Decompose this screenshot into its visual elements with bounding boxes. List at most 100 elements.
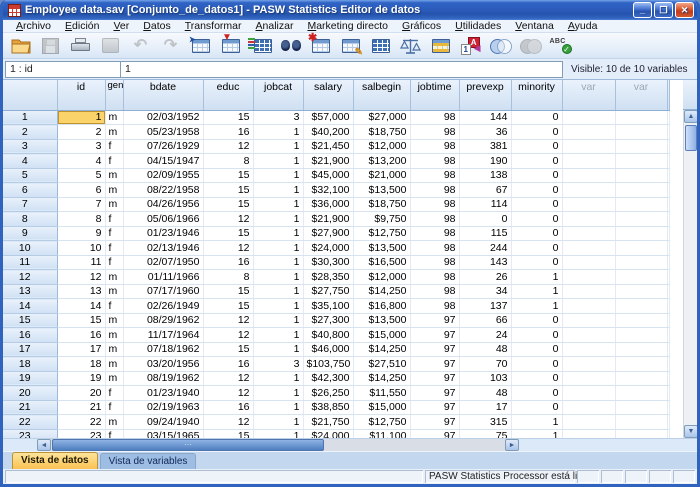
cell[interactable]: 01/23/1940 xyxy=(123,386,203,401)
cell[interactable]: 1 xyxy=(253,212,303,227)
cell[interactable]: 98 xyxy=(410,299,459,314)
menu-edicion[interactable]: Edición xyxy=(58,20,106,32)
column-header-educ[interactable]: educ xyxy=(203,80,253,110)
split-file-button[interactable] xyxy=(369,35,392,56)
column-header-salbegin[interactable]: salbegin xyxy=(353,80,410,110)
cell[interactable]: 97 xyxy=(410,429,459,438)
cell[interactable] xyxy=(615,154,667,169)
cell[interactable]: $36,000 xyxy=(303,197,353,212)
cell[interactable] xyxy=(562,342,615,357)
cell[interactable] xyxy=(562,299,615,314)
cell[interactable]: 1 xyxy=(253,270,303,285)
cell[interactable]: f xyxy=(105,429,123,438)
cell[interactable]: 15 xyxy=(203,284,253,299)
cell[interactable] xyxy=(562,328,615,343)
cell[interactable]: 02/19/1963 xyxy=(123,400,203,415)
row-number[interactable]: 8 xyxy=(3,212,57,227)
row-number[interactable]: 22 xyxy=(3,415,57,430)
cell[interactable]: $13,500 xyxy=(353,241,410,256)
cell[interactable] xyxy=(615,357,667,372)
cell[interactable]: $27,300 xyxy=(303,313,353,328)
cell[interactable] xyxy=(562,241,615,256)
select-cases-button[interactable] xyxy=(429,35,452,56)
cell[interactable]: m xyxy=(105,183,123,198)
horizontal-scrollbar[interactable]: ··· xyxy=(37,439,519,451)
cell[interactable]: $24,000 xyxy=(303,241,353,256)
column-header-minority[interactable]: minority xyxy=(511,80,562,110)
cell[interactable]: 67 xyxy=(459,183,511,198)
cell[interactable]: 13 xyxy=(57,284,105,299)
cell[interactable] xyxy=(615,226,667,241)
cell[interactable]: 07/17/1960 xyxy=(123,284,203,299)
cell[interactable]: $12,750 xyxy=(353,415,410,430)
row-number[interactable]: 15 xyxy=(3,313,57,328)
cell[interactable]: 0 xyxy=(511,154,562,169)
close-button[interactable]: ✕ xyxy=(675,2,694,18)
cell[interactable]: $28,350 xyxy=(303,270,353,285)
cell[interactable]: 15 xyxy=(203,197,253,212)
cell[interactable]: 98 xyxy=(410,212,459,227)
cell[interactable]: 0 xyxy=(511,357,562,372)
cell[interactable]: 97 xyxy=(410,415,459,430)
cell[interactable]: $9,750 xyxy=(353,212,410,227)
cell[interactable]: f xyxy=(105,154,123,169)
cell[interactable] xyxy=(562,386,615,401)
cell[interactable]: $14,250 xyxy=(353,342,410,357)
cell[interactable]: 02/13/1946 xyxy=(123,241,203,256)
cell[interactable]: f xyxy=(105,139,123,154)
cell[interactable]: 1 xyxy=(253,429,303,438)
insert-cases-button[interactable]: ✱ xyxy=(309,35,332,56)
cell[interactable]: 08/19/1962 xyxy=(123,371,203,386)
cell[interactable]: 01/11/1966 xyxy=(123,270,203,285)
cell[interactable]: 98 xyxy=(410,125,459,140)
cell[interactable]: $57,000 xyxy=(303,110,353,125)
cell[interactable]: 17 xyxy=(459,400,511,415)
cell[interactable] xyxy=(562,357,615,372)
cell[interactable]: 98 xyxy=(410,139,459,154)
row-number[interactable]: 20 xyxy=(3,386,57,401)
column-header-var2[interactable]: var xyxy=(615,80,667,110)
goto-variable-button[interactable]: ▼ xyxy=(219,35,242,56)
cell[interactable]: 1 xyxy=(253,313,303,328)
cell[interactable]: 5 xyxy=(57,168,105,183)
cell[interactable]: 9 xyxy=(57,226,105,241)
cell[interactable]: 08/29/1962 xyxy=(123,313,203,328)
cell[interactable]: 48 xyxy=(459,342,511,357)
menu-utilidades[interactable]: Utilidades xyxy=(448,20,508,32)
cell[interactable]: 19 xyxy=(57,371,105,386)
cell[interactable]: 1 xyxy=(253,328,303,343)
row-number[interactable]: 19 xyxy=(3,371,57,386)
cell[interactable]: 12 xyxy=(203,212,253,227)
row-number[interactable]: 1 xyxy=(3,110,57,125)
cell[interactable]: 0 xyxy=(511,110,562,125)
corner-cell[interactable] xyxy=(3,80,57,110)
cell[interactable]: 8 xyxy=(57,212,105,227)
cell[interactable] xyxy=(562,270,615,285)
cell[interactable]: $27,900 xyxy=(303,226,353,241)
cell[interactable]: m xyxy=(105,313,123,328)
cell[interactable]: 98 xyxy=(410,183,459,198)
cell[interactable] xyxy=(615,168,667,183)
cell[interactable]: 17 xyxy=(57,342,105,357)
cell[interactable]: 20 xyxy=(57,386,105,401)
cell[interactable]: $14,250 xyxy=(353,284,410,299)
cell[interactable]: 12 xyxy=(203,241,253,256)
row-number[interactable]: 23 xyxy=(3,429,57,438)
cell[interactable] xyxy=(562,154,615,169)
cell[interactable]: 05/23/1958 xyxy=(123,125,203,140)
cell[interactable]: 137 xyxy=(459,299,511,314)
cell[interactable]: 0 xyxy=(511,183,562,198)
cell[interactable]: 98 xyxy=(410,168,459,183)
menu-transformar[interactable]: Transformar xyxy=(178,20,249,32)
cell[interactable]: 144 xyxy=(459,110,511,125)
cell[interactable]: 48 xyxy=(459,386,511,401)
cell[interactable] xyxy=(562,313,615,328)
cell[interactable]: $38,850 xyxy=(303,400,353,415)
scroll-right-icon[interactable] xyxy=(505,439,519,451)
save-file-button[interactable] xyxy=(39,35,62,56)
cell[interactable]: 12 xyxy=(203,371,253,386)
cell[interactable]: 97 xyxy=(410,328,459,343)
cell[interactable]: 1 xyxy=(253,342,303,357)
cell[interactable]: 18 xyxy=(57,357,105,372)
cell[interactable]: m xyxy=(105,168,123,183)
